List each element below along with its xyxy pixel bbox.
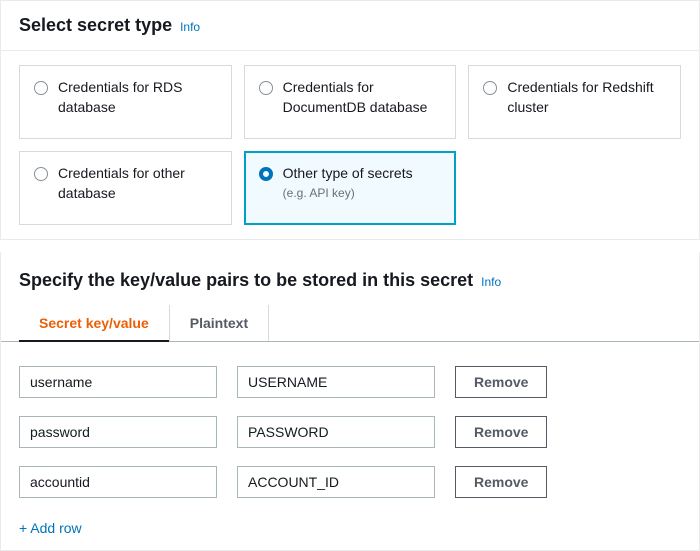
secret-type-panel: Select secret type Info Credentials for … bbox=[0, 0, 700, 240]
info-link[interactable]: Info bbox=[180, 20, 200, 34]
kv-row: Remove bbox=[19, 466, 681, 498]
option-label: Credentials for DocumentDB database bbox=[283, 78, 442, 117]
option-text: Credentials for RDS database bbox=[58, 78, 217, 117]
kv-title: Specify the key/value pairs to be stored… bbox=[19, 270, 473, 291]
info-link[interactable]: Info bbox=[481, 275, 501, 289]
option-label: Other type of secrets bbox=[283, 164, 442, 184]
kv-header: Specify the key/value pairs to be stored… bbox=[1, 252, 699, 305]
tabs: Secret key/value Plaintext bbox=[1, 305, 699, 342]
tab-secret-keyvalue[interactable]: Secret key/value bbox=[19, 305, 170, 341]
key-input[interactable] bbox=[19, 416, 217, 448]
remove-button[interactable]: Remove bbox=[455, 466, 547, 498]
remove-button[interactable]: Remove bbox=[455, 366, 547, 398]
kv-area: Remove Remove Remove + Add row bbox=[1, 342, 699, 550]
kv-panel: Specify the key/value pairs to be stored… bbox=[0, 252, 700, 551]
option-label: Credentials for Redshift cluster bbox=[507, 78, 666, 117]
option-text: Credentials for Redshift cluster bbox=[507, 78, 666, 117]
option-other-secrets[interactable]: Other type of secrets (e.g. API key) bbox=[244, 151, 457, 225]
radio-icon bbox=[34, 167, 48, 181]
kv-row: Remove bbox=[19, 366, 681, 398]
tab-plaintext[interactable]: Plaintext bbox=[170, 305, 269, 341]
secret-type-header: Select secret type Info bbox=[1, 1, 699, 50]
radio-icon bbox=[259, 167, 273, 181]
remove-button[interactable]: Remove bbox=[455, 416, 547, 448]
secret-type-body: Credentials for RDS database Credentials… bbox=[1, 50, 699, 239]
kv-row: Remove bbox=[19, 416, 681, 448]
option-redshift[interactable]: Credentials for Redshift cluster bbox=[468, 65, 681, 139]
value-input[interactable] bbox=[237, 466, 435, 498]
option-text: Credentials for other database bbox=[58, 164, 217, 203]
secret-type-title: Select secret type bbox=[19, 15, 172, 36]
option-label: Credentials for other database bbox=[58, 164, 217, 203]
option-label: Credentials for RDS database bbox=[58, 78, 217, 117]
option-text: Other type of secrets (e.g. API key) bbox=[283, 164, 442, 200]
option-text: Credentials for DocumentDB database bbox=[283, 78, 442, 117]
option-other-db[interactable]: Credentials for other database bbox=[19, 151, 232, 225]
option-rds[interactable]: Credentials for RDS database bbox=[19, 65, 232, 139]
option-grid: Credentials for RDS database Credentials… bbox=[19, 65, 681, 225]
option-sublabel: (e.g. API key) bbox=[283, 186, 442, 200]
add-row-button[interactable]: + Add row bbox=[19, 516, 681, 540]
radio-icon bbox=[34, 81, 48, 95]
radio-icon bbox=[483, 81, 497, 95]
value-input[interactable] bbox=[237, 366, 435, 398]
radio-icon bbox=[259, 81, 273, 95]
value-input[interactable] bbox=[237, 416, 435, 448]
key-input[interactable] bbox=[19, 466, 217, 498]
key-input[interactable] bbox=[19, 366, 217, 398]
option-documentdb[interactable]: Credentials for DocumentDB database bbox=[244, 65, 457, 139]
